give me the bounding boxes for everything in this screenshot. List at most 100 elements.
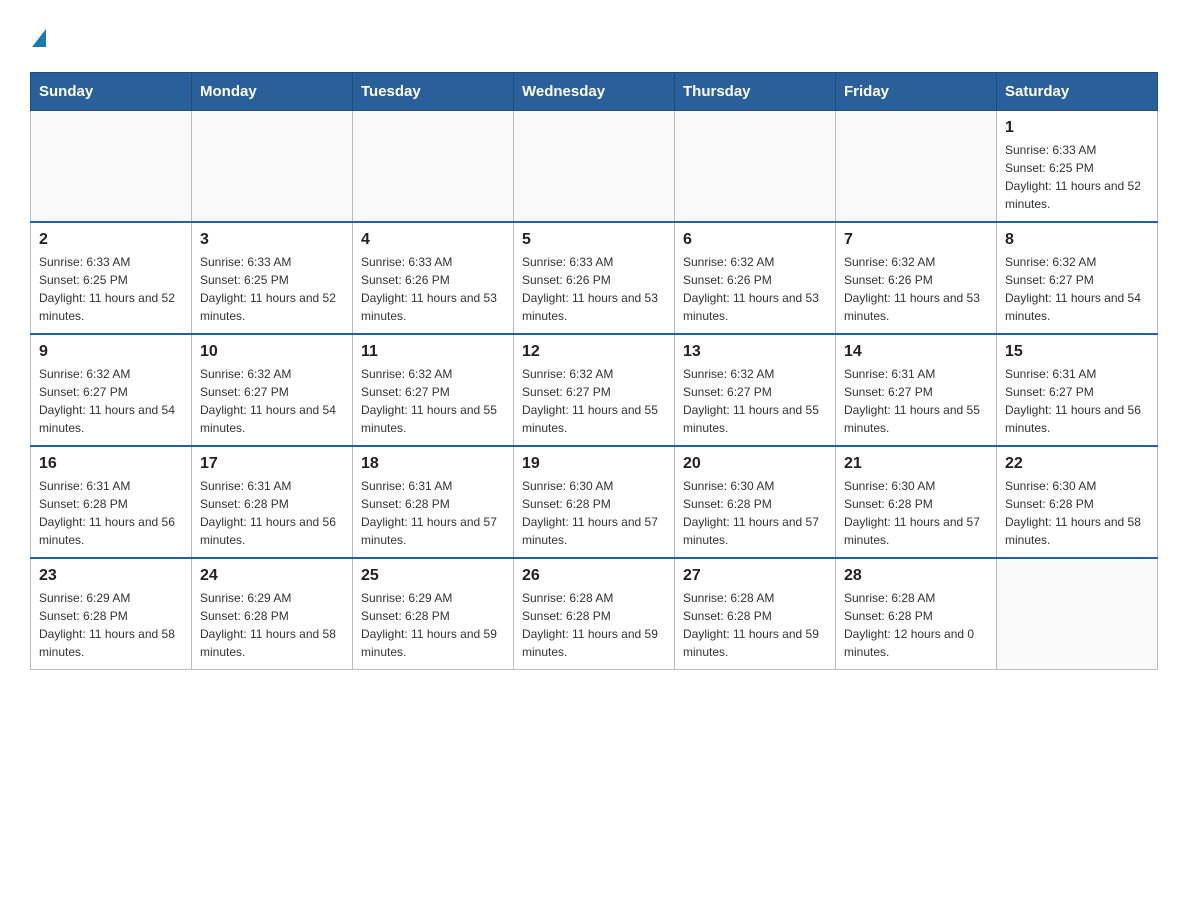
day-number: 21 bbox=[844, 455, 988, 473]
day-info: Sunrise: 6:31 AM Sunset: 6:28 PM Dayligh… bbox=[361, 477, 505, 549]
day-number: 18 bbox=[361, 455, 505, 473]
day-info: Sunrise: 6:29 AM Sunset: 6:28 PM Dayligh… bbox=[200, 589, 344, 661]
calendar-cell: 17 Sunrise: 6:31 AM Sunset: 6:28 PM Dayli… bbox=[192, 446, 353, 558]
calendar-cell bbox=[31, 111, 192, 223]
day-info: Sunrise: 6:32 AM Sunset: 6:27 PM Dayligh… bbox=[522, 365, 666, 437]
calendar-cell bbox=[997, 558, 1158, 670]
calendar-cell: 1 Sunrise: 6:33 AM Sunset: 6:25 PM Daylig… bbox=[997, 111, 1158, 223]
day-info: Sunrise: 6:32 AM Sunset: 6:26 PM Dayligh… bbox=[844, 253, 988, 325]
calendar-cell: 2 Sunrise: 6:33 AM Sunset: 6:25 PM Daylig… bbox=[31, 222, 192, 334]
calendar-header-friday: Friday bbox=[836, 73, 997, 111]
day-number: 26 bbox=[522, 567, 666, 585]
calendar-cell: 4 Sunrise: 6:33 AM Sunset: 6:26 PM Daylig… bbox=[353, 222, 514, 334]
day-number: 16 bbox=[39, 455, 183, 473]
day-info: Sunrise: 6:32 AM Sunset: 6:26 PM Dayligh… bbox=[683, 253, 827, 325]
day-info: Sunrise: 6:31 AM Sunset: 6:28 PM Dayligh… bbox=[200, 477, 344, 549]
calendar-cell: 23 Sunrise: 6:29 AM Sunset: 6:28 PM Dayli… bbox=[31, 558, 192, 670]
calendar-cell bbox=[514, 111, 675, 223]
logo-triangle-icon bbox=[32, 29, 46, 47]
day-number: 10 bbox=[200, 343, 344, 361]
day-number: 27 bbox=[683, 567, 827, 585]
calendar-cell: 27 Sunrise: 6:28 AM Sunset: 6:28 PM Dayli… bbox=[675, 558, 836, 670]
day-info: Sunrise: 6:32 AM Sunset: 6:27 PM Dayligh… bbox=[361, 365, 505, 437]
day-info: Sunrise: 6:32 AM Sunset: 6:27 PM Dayligh… bbox=[683, 365, 827, 437]
day-number: 17 bbox=[200, 455, 344, 473]
calendar-cell: 14 Sunrise: 6:31 AM Sunset: 6:27 PM Dayli… bbox=[836, 334, 997, 446]
day-number: 3 bbox=[200, 231, 344, 249]
calendar-cell bbox=[353, 111, 514, 223]
calendar-cell: 19 Sunrise: 6:30 AM Sunset: 6:28 PM Dayli… bbox=[514, 446, 675, 558]
calendar-cell: 13 Sunrise: 6:32 AM Sunset: 6:27 PM Dayli… bbox=[675, 334, 836, 446]
day-number: 22 bbox=[1005, 455, 1149, 473]
calendar-cell: 9 Sunrise: 6:32 AM Sunset: 6:27 PM Daylig… bbox=[31, 334, 192, 446]
day-info: Sunrise: 6:31 AM Sunset: 6:27 PM Dayligh… bbox=[844, 365, 988, 437]
day-number: 19 bbox=[522, 455, 666, 473]
day-info: Sunrise: 6:31 AM Sunset: 6:28 PM Dayligh… bbox=[39, 477, 183, 549]
day-number: 2 bbox=[39, 231, 183, 249]
calendar-cell: 21 Sunrise: 6:30 AM Sunset: 6:28 PM Dayli… bbox=[836, 446, 997, 558]
logo bbox=[30, 20, 48, 52]
day-info: Sunrise: 6:30 AM Sunset: 6:28 PM Dayligh… bbox=[683, 477, 827, 549]
calendar-week-row: 2 Sunrise: 6:33 AM Sunset: 6:25 PM Daylig… bbox=[31, 222, 1158, 334]
day-info: Sunrise: 6:28 AM Sunset: 6:28 PM Dayligh… bbox=[522, 589, 666, 661]
day-number: 6 bbox=[683, 231, 827, 249]
calendar-header-monday: Monday bbox=[192, 73, 353, 111]
calendar-cell bbox=[192, 111, 353, 223]
calendar-cell: 15 Sunrise: 6:31 AM Sunset: 6:27 PM Dayli… bbox=[997, 334, 1158, 446]
day-info: Sunrise: 6:31 AM Sunset: 6:27 PM Dayligh… bbox=[1005, 365, 1149, 437]
day-info: Sunrise: 6:33 AM Sunset: 6:26 PM Dayligh… bbox=[522, 253, 666, 325]
day-number: 5 bbox=[522, 231, 666, 249]
day-number: 25 bbox=[361, 567, 505, 585]
calendar-cell: 22 Sunrise: 6:30 AM Sunset: 6:28 PM Dayli… bbox=[997, 446, 1158, 558]
day-number: 13 bbox=[683, 343, 827, 361]
day-info: Sunrise: 6:32 AM Sunset: 6:27 PM Dayligh… bbox=[1005, 253, 1149, 325]
day-number: 28 bbox=[844, 567, 988, 585]
calendar-header-wednesday: Wednesday bbox=[514, 73, 675, 111]
day-number: 9 bbox=[39, 343, 183, 361]
day-number: 20 bbox=[683, 455, 827, 473]
day-number: 24 bbox=[200, 567, 344, 585]
calendar-cell: 24 Sunrise: 6:29 AM Sunset: 6:28 PM Dayli… bbox=[192, 558, 353, 670]
calendar-cell bbox=[675, 111, 836, 223]
day-info: Sunrise: 6:29 AM Sunset: 6:28 PM Dayligh… bbox=[361, 589, 505, 661]
day-info: Sunrise: 6:28 AM Sunset: 6:28 PM Dayligh… bbox=[683, 589, 827, 661]
day-info: Sunrise: 6:33 AM Sunset: 6:25 PM Dayligh… bbox=[39, 253, 183, 325]
calendar-header-tuesday: Tuesday bbox=[353, 73, 514, 111]
calendar-cell: 25 Sunrise: 6:29 AM Sunset: 6:28 PM Dayli… bbox=[353, 558, 514, 670]
day-number: 12 bbox=[522, 343, 666, 361]
day-number: 4 bbox=[361, 231, 505, 249]
page-header bbox=[30, 20, 1158, 52]
calendar-cell: 3Sunrise: 6:33 AM Sunset: 6:25 PM Daylig… bbox=[192, 222, 353, 334]
day-number: 8 bbox=[1005, 231, 1149, 249]
calendar-cell: 20 Sunrise: 6:30 AM Sunset: 6:28 PM Dayli… bbox=[675, 446, 836, 558]
day-number: 15 bbox=[1005, 343, 1149, 361]
calendar-header-sunday: Sunday bbox=[31, 73, 192, 111]
day-info: Sunrise: 6:30 AM Sunset: 6:28 PM Dayligh… bbox=[844, 477, 988, 549]
calendar-cell: 26 Sunrise: 6:28 AM Sunset: 6:28 PM Dayli… bbox=[514, 558, 675, 670]
day-number: 23 bbox=[39, 567, 183, 585]
day-info: Sunrise: 6:28 AM Sunset: 6:28 PM Dayligh… bbox=[844, 589, 988, 661]
calendar-cell: 18 Sunrise: 6:31 AM Sunset: 6:28 PM Dayli… bbox=[353, 446, 514, 558]
day-info: Sunrise: 6:33 AM Sunset: 6:26 PM Dayligh… bbox=[361, 253, 505, 325]
calendar-cell: 5 Sunrise: 6:33 AM Sunset: 6:26 PM Daylig… bbox=[514, 222, 675, 334]
day-info: Sunrise: 6:32 AM Sunset: 6:27 PM Dayligh… bbox=[200, 365, 344, 437]
calendar-header-saturday: Saturday bbox=[997, 73, 1158, 111]
calendar-week-row: 23 Sunrise: 6:29 AM Sunset: 6:28 PM Dayli… bbox=[31, 558, 1158, 670]
day-number: 1 bbox=[1005, 119, 1149, 137]
calendar-cell: 12 Sunrise: 6:32 AM Sunset: 6:27 PM Dayli… bbox=[514, 334, 675, 446]
calendar-cell: 7 Sunrise: 6:32 AM Sunset: 6:26 PM Daylig… bbox=[836, 222, 997, 334]
day-number: 7 bbox=[844, 231, 988, 249]
day-info: Sunrise: 6:29 AM Sunset: 6:28 PM Dayligh… bbox=[39, 589, 183, 661]
calendar-week-row: 1 Sunrise: 6:33 AM Sunset: 6:25 PM Daylig… bbox=[31, 111, 1158, 223]
day-number: 14 bbox=[844, 343, 988, 361]
day-info: Sunrise: 6:30 AM Sunset: 6:28 PM Dayligh… bbox=[1005, 477, 1149, 549]
day-info: Sunrise: 6:30 AM Sunset: 6:28 PM Dayligh… bbox=[522, 477, 666, 549]
calendar-cell: 8 Sunrise: 6:32 AM Sunset: 6:27 PM Daylig… bbox=[997, 222, 1158, 334]
calendar-table: SundayMondayTuesdayWednesdayThursdayFrid… bbox=[30, 72, 1158, 670]
calendar-cell: 6 Sunrise: 6:32 AM Sunset: 6:26 PM Daylig… bbox=[675, 222, 836, 334]
calendar-header-row: SundayMondayTuesdayWednesdayThursdayFrid… bbox=[31, 73, 1158, 111]
day-info: Sunrise: 6:33 AM Sunset: 6:25 PM Dayligh… bbox=[1005, 141, 1149, 213]
day-info: Sunrise: 6:32 AM Sunset: 6:27 PM Dayligh… bbox=[39, 365, 183, 437]
calendar-cell: 28 Sunrise: 6:28 AM Sunset: 6:28 PM Dayli… bbox=[836, 558, 997, 670]
calendar-cell: 10 Sunrise: 6:32 AM Sunset: 6:27 PM Dayli… bbox=[192, 334, 353, 446]
